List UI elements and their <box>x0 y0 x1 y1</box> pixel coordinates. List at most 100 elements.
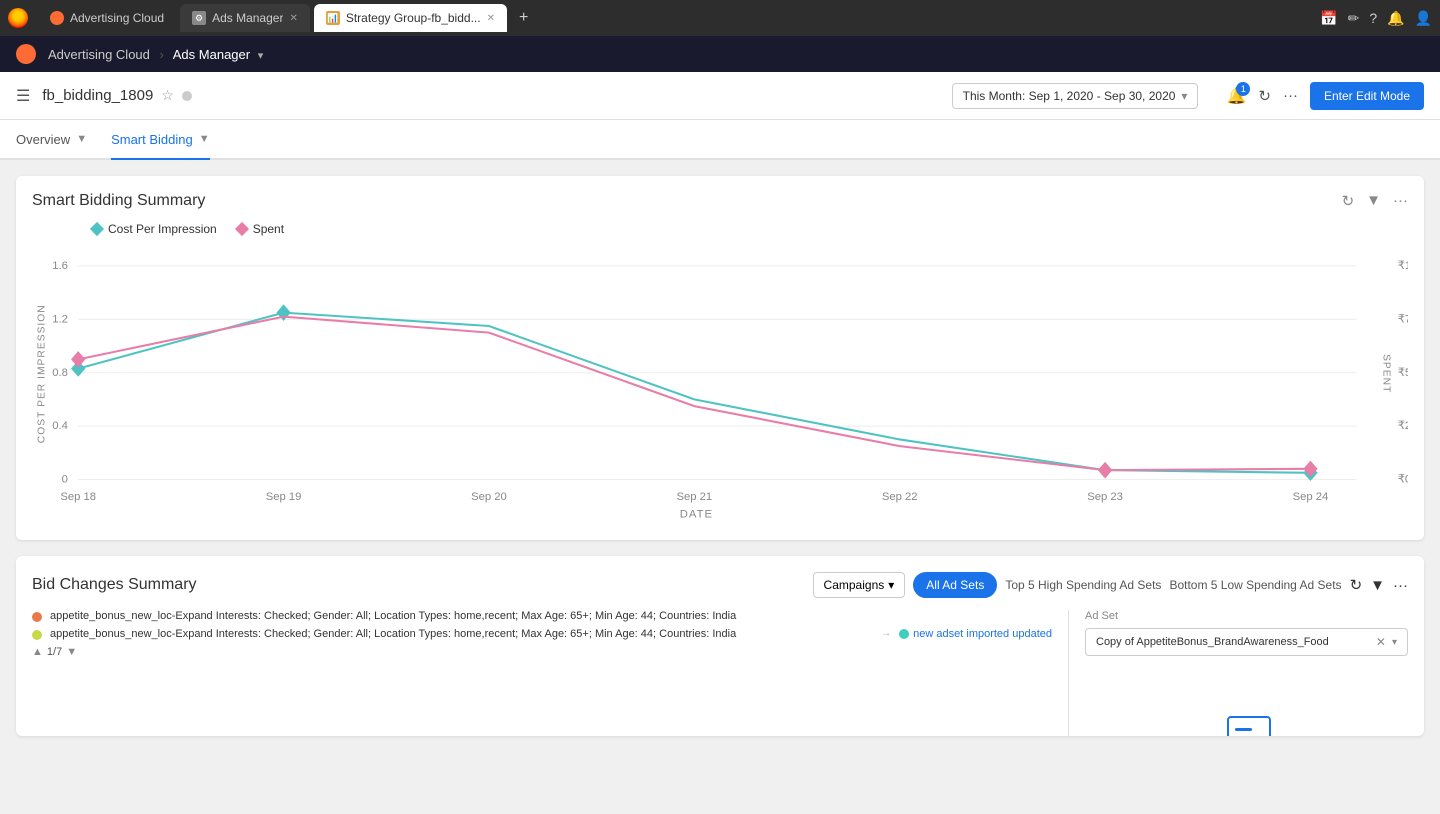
navigation-tabs: Overview ▼ Smart Bidding ▼ <box>0 120 1440 160</box>
browser-actions: 📅 ✏ ? 🔔 👤 <box>1320 10 1432 27</box>
notification-icon[interactable]: 🔔 <box>1387 10 1404 27</box>
main-toolbar: ☰ fb_bidding_1809 ☆ This Month: Sep 1, 2… <box>0 72 1440 120</box>
tab-ads-manager-label: Ads Manager <box>212 11 283 25</box>
campaigns-arrow: ▾ <box>888 578 894 592</box>
app-logo <box>16 44 36 64</box>
svg-text:1.6: 1.6 <box>52 260 68 272</box>
enter-edit-mode-button[interactable]: Enter Edit Mode <box>1310 82 1424 110</box>
tab-overview[interactable]: Overview ▼ <box>16 120 87 160</box>
profile-icon[interactable]: 👤 <box>1415 10 1432 27</box>
notification-badge: 1 <box>1236 82 1250 96</box>
tab-advertising-cloud[interactable]: Advertising Cloud <box>38 4 176 32</box>
bid-changes-title: Bid Changes Summary <box>32 576 197 594</box>
smart-bidding-chart: 1.6 1.2 0.8 0.4 0 COST PER IMPRESSION ₹1… <box>32 244 1408 524</box>
audit-area: ✦ + No Audit Record found for selected A… <box>1085 716 1408 736</box>
bid-row-2-arrow: → <box>881 628 891 639</box>
legend-spent-label: Spent <box>253 222 284 236</box>
refresh-button[interactable]: ↻ <box>1258 87 1271 105</box>
bell-icon-container[interactable]: 🔔 1 <box>1226 86 1246 106</box>
svg-text:₹2,500: ₹2,500 <box>1398 420 1408 432</box>
bid-row-2-icon <box>32 630 42 640</box>
top5-btn[interactable]: Top 5 High Spending Ad Sets <box>1005 578 1161 592</box>
svg-text:0.8: 0.8 <box>52 367 68 379</box>
svg-text:Sep 24: Sep 24 <box>1293 491 1329 503</box>
bid-header-actions: Campaigns ▾ All Ad Sets Top 5 High Spend… <box>813 572 1408 598</box>
app-title-text: Advertising Cloud <box>48 47 150 62</box>
svg-text:₹10,000: ₹10,000 <box>1398 260 1408 272</box>
audit-plus-top: ✦ <box>1211 735 1223 736</box>
tab-overview-label: Overview <box>16 132 70 147</box>
bid-row-2-new-text: new adset imported updated <box>913 628 1052 640</box>
overview-filter-icon[interactable]: ▼ <box>76 133 87 145</box>
campaigns-dropdown[interactable]: Campaigns ▾ <box>813 572 906 598</box>
svg-text:Sep 23: Sep 23 <box>1087 491 1123 503</box>
chart-legend: Cost Per Impression Spent <box>92 222 1408 236</box>
star-icon[interactable]: ☆ <box>161 87 174 104</box>
advertising-cloud-icon <box>50 11 64 25</box>
bid-row-2: appetite_bonus_new_loc-Expand Interests:… <box>32 628 1052 640</box>
tab-ads-manager-close[interactable]: ✕ <box>289 13 297 24</box>
audit-list-icon <box>1227 716 1271 736</box>
ad-set-chevron-icon[interactable]: ▾ <box>1392 637 1397 648</box>
calendar-icon[interactable]: 📅 <box>1320 10 1337 27</box>
bid-more-icon[interactable]: ··· <box>1393 577 1408 594</box>
card-more-icon[interactable]: ··· <box>1393 192 1408 210</box>
card-actions: ↻ ▼ ··· <box>1342 192 1408 210</box>
ad-set-selected-text: Copy of AppetiteBonus_BrandAwareness_Foo… <box>1096 636 1376 648</box>
new-tab-button[interactable]: + <box>511 9 536 27</box>
svg-text:0: 0 <box>62 474 68 486</box>
svg-text:0.4: 0.4 <box>52 420 68 432</box>
svg-text:₹7,500: ₹7,500 <box>1398 313 1408 325</box>
tab-smart-bidding[interactable]: Smart Bidding ▼ <box>111 120 210 160</box>
next-page-button[interactable]: ▼ <box>66 646 77 658</box>
app-header: Advertising Cloud › Ads Manager ▾ <box>0 36 1440 72</box>
campaigns-label: Campaigns <box>824 578 885 592</box>
bid-card-header: Bid Changes Summary Campaigns ▾ All Ad S… <box>32 572 1408 598</box>
more-options-button[interactable]: ··· <box>1283 87 1298 104</box>
bid-refresh-icon[interactable]: ↻ <box>1350 576 1363 594</box>
tab-strategy-group[interactable]: 📊 Strategy Group-fb_bidd... ✕ <box>314 4 507 32</box>
advertising-cloud-title: Advertising Cloud › Ads Manager ▾ <box>48 47 263 62</box>
toolbar-actions: 🔔 1 ↻ ··· Enter Edit Mode <box>1226 82 1424 110</box>
tab-ads-manager[interactable]: ⚙ Ads Manager ✕ <box>180 4 310 32</box>
page-title-text: fb_bidding_1809 <box>42 87 153 104</box>
bid-right-panel: Ad Set Copy of AppetiteBonus_BrandAwaren… <box>1068 610 1408 736</box>
tab-advertising-cloud-label: Advertising Cloud <box>70 11 164 25</box>
bid-row-1-icon <box>32 612 42 622</box>
page-title-container: fb_bidding_1809 ☆ <box>42 87 939 104</box>
smart-bidding-summary-card: Smart Bidding Summary ↻ ▼ ··· Cost Per I… <box>16 176 1424 540</box>
ad-set-clear-icon[interactable]: ✕ <box>1376 635 1386 649</box>
browser-logo <box>8 8 28 28</box>
bid-row-2-text: appetite_bonus_new_loc-Expand Interests:… <box>50 628 873 640</box>
help-icon[interactable]: ? <box>1369 10 1377 26</box>
tab-smart-bidding-label: Smart Bidding <box>111 132 193 147</box>
bid-row-2-new-icon <box>899 629 909 639</box>
bid-main-content: appetite_bonus_new_loc-Expand Interests:… <box>32 610 1408 736</box>
svg-text:Sep 20: Sep 20 <box>471 491 507 503</box>
tab-strategy-group-label: Strategy Group-fb_bidd... <box>346 11 481 25</box>
browser-bar: Advertising Cloud ⚙ Ads Manager ✕ 📊 Stra… <box>0 0 1440 36</box>
bottom5-btn[interactable]: Bottom 5 Low Spending Ad Sets <box>1169 578 1341 592</box>
prev-page-button[interactable]: ▲ <box>32 646 43 658</box>
card-filter-icon[interactable]: ▼ <box>1366 192 1381 210</box>
strategy-group-icon: 📊 <box>326 11 340 25</box>
ad-set-selector[interactable]: Copy of AppetiteBonus_BrandAwareness_Foo… <box>1085 628 1408 656</box>
smart-bidding-filter-icon[interactable]: ▼ <box>199 133 210 145</box>
status-dot <box>182 91 192 101</box>
svg-text:Sep 18: Sep 18 <box>60 491 96 503</box>
svg-text:Sep 19: Sep 19 <box>266 491 302 503</box>
tab-strategy-group-close[interactable]: ✕ <box>487 13 495 24</box>
card-header: Smart Bidding Summary ↻ ▼ ··· <box>32 192 1408 210</box>
legend-spent-icon <box>235 222 249 236</box>
app-section-text: Ads Manager <box>173 47 250 62</box>
ad-set-label: Ad Set <box>1085 610 1408 622</box>
bid-left-panel: appetite_bonus_new_loc-Expand Interests:… <box>32 610 1052 736</box>
main-content: Smart Bidding Summary ↻ ▼ ··· Cost Per I… <box>0 160 1440 814</box>
legend-spent: Spent <box>237 222 284 236</box>
all-ad-sets-btn[interactable]: All Ad Sets <box>913 572 997 598</box>
date-picker[interactable]: This Month: Sep 1, 2020 - Sep 30, 2020 ▾ <box>952 83 1199 109</box>
card-refresh-icon[interactable]: ↻ <box>1342 192 1355 210</box>
hamburger-menu[interactable]: ☰ <box>16 86 30 106</box>
bid-filter-icon[interactable]: ▼ <box>1370 577 1385 594</box>
pencil-icon[interactable]: ✏ <box>1348 10 1360 27</box>
